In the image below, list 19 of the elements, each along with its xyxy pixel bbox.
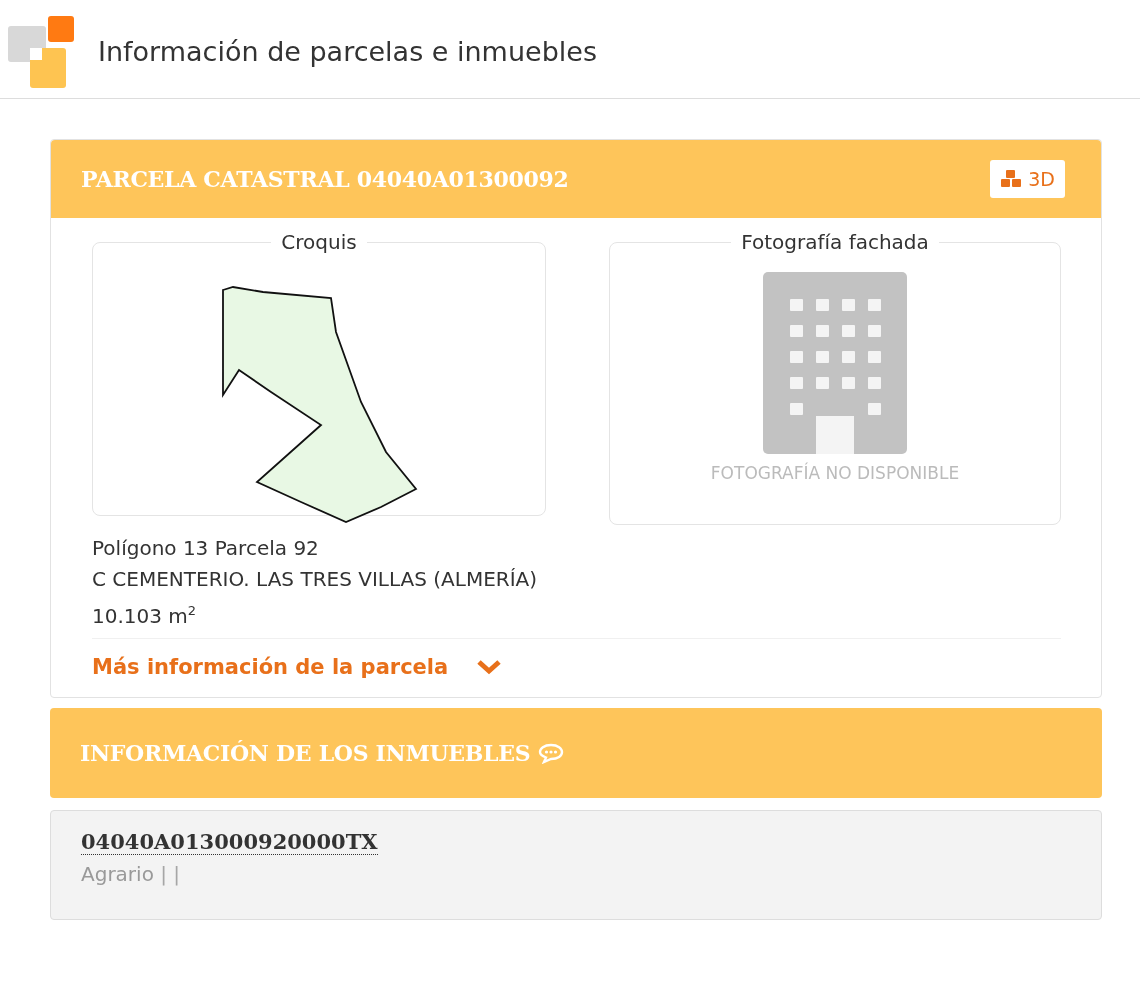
cubes-icon xyxy=(1000,170,1023,188)
chevron-down-icon xyxy=(476,658,503,675)
detail-line: 10.103 m$^{2}$ xyxy=(92,602,198,630)
more-info-link[interactable]: Más información de la parcela xyxy=(92,654,503,679)
building-icon xyxy=(762,272,908,455)
chat-icon xyxy=(538,741,565,764)
detail-line: C CEMENTERIO. LAS TRES VILLAS (ALMERÍA) xyxy=(92,566,539,593)
properties-title: INFORMACIÓN DE LOS INMUEBLES xyxy=(80,739,531,766)
photo-legend: Fotografía fachada xyxy=(731,230,939,254)
separator-marks: | | xyxy=(160,861,181,886)
parcel-title: PARCELA CATASTRAL 04040A01300092 xyxy=(81,166,569,192)
logo-icon xyxy=(8,16,76,88)
detail-line: Polígono 13 Parcela 92 xyxy=(92,535,320,562)
property-use: Agrario xyxy=(81,861,154,886)
property-reference[interactable]: 04040A013000920000TX xyxy=(81,828,378,855)
3d-button[interactable]: 3D xyxy=(990,160,1065,198)
sketch-legend: Croquis xyxy=(271,230,367,254)
page-title: Información de parcelas e inmuebles xyxy=(98,35,597,67)
no-photo-text: FOTOGRAFÍA NO DISPONIBLE xyxy=(710,463,960,483)
